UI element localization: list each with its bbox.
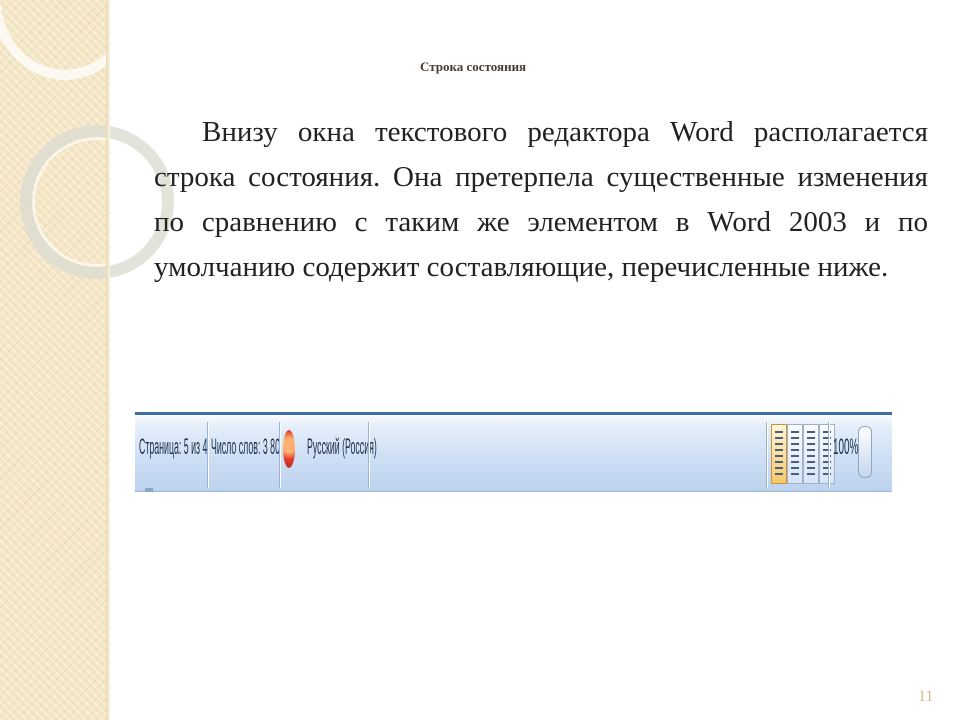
statusbar-separator	[368, 422, 370, 488]
full-screen-view-icon[interactable]	[787, 424, 803, 484]
statusbar-separator	[279, 422, 281, 488]
side-divider	[106, 0, 110, 720]
print-layout-view-icon[interactable]	[771, 424, 787, 484]
slide-title: Строка состояния	[420, 59, 527, 74]
zoom-level[interactable]: 100%	[833, 434, 858, 460]
zoom-out-icon[interactable]	[858, 426, 872, 478]
statusbar-language[interactable]: Русский (Россия)	[307, 434, 383, 474]
word-statusbar-screenshot: Страница: 5 из 41 Число слов: 3 805 Русс…	[135, 412, 892, 492]
statusbar-grip-icon	[145, 488, 153, 492]
statusbar-separator	[828, 422, 830, 488]
spelling-check-icon[interactable]	[283, 430, 295, 468]
page-number: 11	[918, 688, 934, 705]
decorative-ring	[20, 125, 174, 279]
statusbar-word-count[interactable]: Число слов: 3 805	[211, 434, 279, 474]
statusbar-page-count[interactable]: Страница: 5 из 41	[139, 434, 207, 474]
statusbar-separator	[207, 422, 209, 488]
slide-body-text: Внизу окна текстового редактора Word рас…	[154, 116, 928, 283]
statusbar-separator	[766, 422, 768, 488]
web-layout-view-icon[interactable]	[803, 424, 819, 484]
decorative-side-panel	[0, 0, 174, 720]
decorative-ring	[0, 0, 140, 80]
statusbar-top-border	[135, 412, 892, 415]
